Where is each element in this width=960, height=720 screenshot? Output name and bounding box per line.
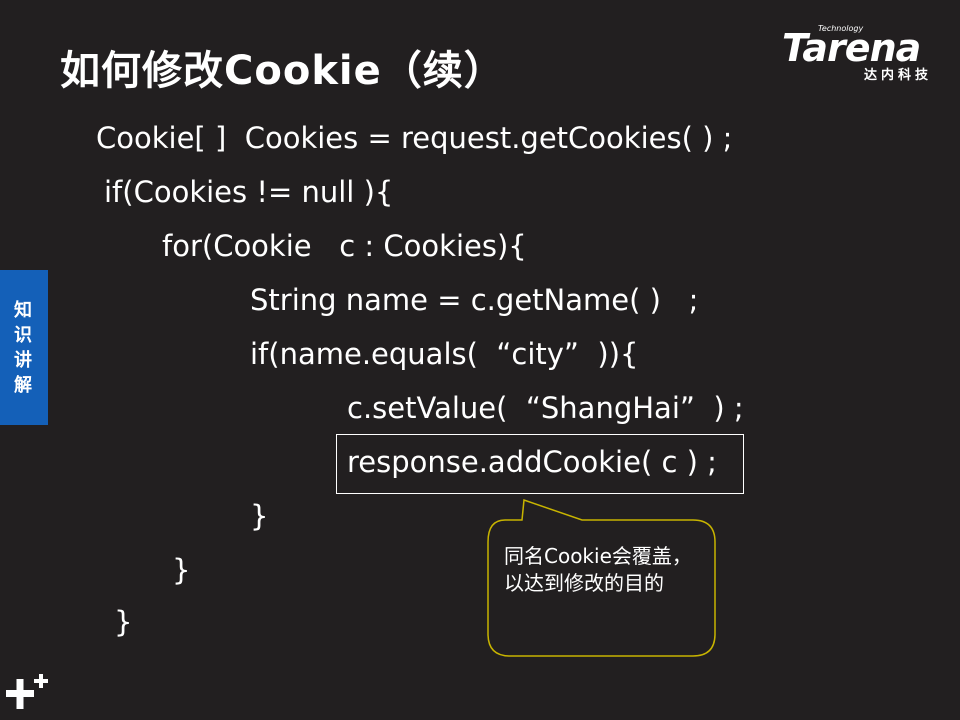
callout-bubble: [487, 498, 716, 657]
plus-plus-icon: [6, 674, 48, 709]
callout-text: 同名Cookie会覆盖，以达到修改的目的: [504, 544, 692, 595]
